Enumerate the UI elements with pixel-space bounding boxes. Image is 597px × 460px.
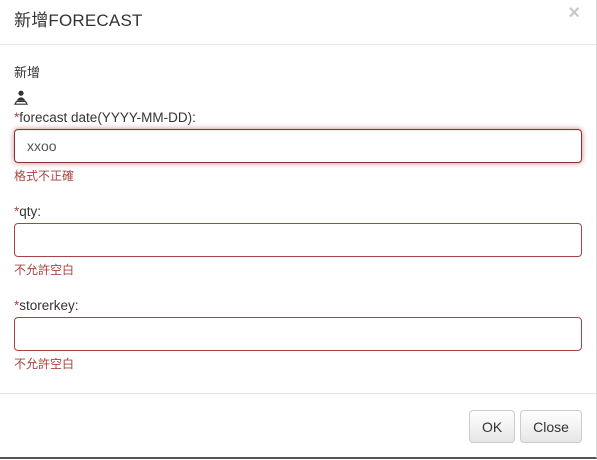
form-group-forecast-date: *forecast date(YYYY-MM-DD): 格式不正確 <box>14 109 582 184</box>
close-icon[interactable]: × <box>568 3 580 23</box>
qty-input[interactable] <box>14 223 582 257</box>
qty-error: 不允許空白 <box>14 263 75 277</box>
forecast-date-label-text: forecast date(YYYY-MM-DD): <box>19 110 196 125</box>
dialog-body: 新增 *forecast date(YYYY-MM-DD): 格式不正確 *qt… <box>14 62 582 372</box>
dialog-header: 新增FORECAST × <box>0 0 596 45</box>
user-icon <box>14 90 28 105</box>
section-title: 新增 <box>14 65 41 80</box>
storerkey-input[interactable] <box>14 317 582 351</box>
qty-label-text: qty: <box>19 204 42 219</box>
ok-button[interactable]: OK <box>469 410 515 443</box>
forecast-date-error: 格式不正確 <box>14 169 75 183</box>
close-button[interactable]: Close <box>520 410 582 443</box>
qty-label: *qty: <box>14 203 582 221</box>
dialog-footer: OK Close <box>0 393 596 457</box>
form-group-storerkey: *storerkey: 不允許空白 <box>14 297 582 372</box>
storerkey-label-text: storerkey: <box>19 298 79 313</box>
forecast-date-input[interactable] <box>14 129 582 163</box>
storerkey-label: *storerkey: <box>14 297 582 315</box>
form-group-qty: *qty: 不允許空白 <box>14 203 582 278</box>
forecast-date-label: *forecast date(YYYY-MM-DD): <box>14 109 582 127</box>
dialog-title: 新增FORECAST <box>14 11 143 30</box>
storerkey-error: 不允許空白 <box>14 357 75 371</box>
forecast-dialog: 新增FORECAST × 新增 *forecast date(YYYY-MM-D… <box>0 0 597 459</box>
